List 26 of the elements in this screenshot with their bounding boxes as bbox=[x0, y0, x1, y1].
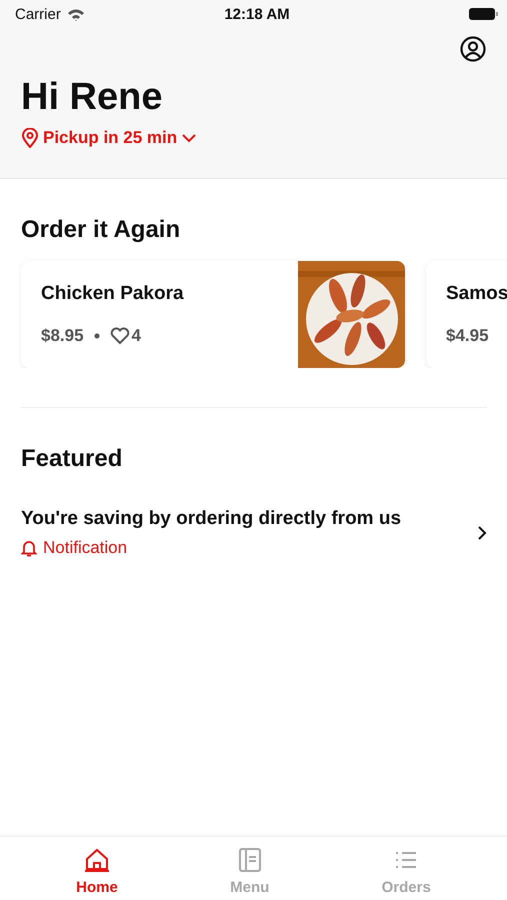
tab[interactable]: Orders bbox=[374, 837, 439, 900]
section-title: Order it Again bbox=[21, 215, 182, 245]
notification-label: Notification bbox=[43, 538, 128, 558]
tab[interactable]: Menu bbox=[222, 837, 278, 900]
item-name: Chicken Pakora bbox=[41, 283, 185, 305]
item-card[interactable]: Chicken Pakora $8.95 4 bbox=[21, 261, 405, 368]
pickup-selector[interactable]: Pickup in 25 min bbox=[21, 128, 198, 148]
greeting-title: Hi Rene bbox=[21, 75, 164, 120]
profile-icon[interactable] bbox=[460, 36, 486, 62]
item-price: $8.95 bbox=[41, 326, 84, 346]
wifi-icon bbox=[66, 8, 85, 20]
carrier-label: Carrier bbox=[15, 6, 61, 22]
like-count: 4 bbox=[132, 326, 142, 346]
home-icon bbox=[83, 847, 111, 873]
featured-title[interactable]: You're saving by ordering directly from us bbox=[21, 508, 402, 530]
item-price: $4.95 bbox=[446, 326, 489, 346]
chevron-right-icon[interactable] bbox=[477, 525, 487, 541]
chevron-down-icon bbox=[181, 133, 198, 143]
battery-icon bbox=[469, 7, 499, 21]
location-pin-icon bbox=[21, 128, 39, 148]
section-title: Featured bbox=[21, 444, 124, 474]
status-time: 12:18 AM bbox=[224, 6, 290, 22]
dot-separator-icon bbox=[94, 333, 100, 339]
bell-icon bbox=[21, 539, 37, 557]
tab[interactable]: Home bbox=[68, 837, 126, 900]
heart-icon bbox=[110, 327, 130, 345]
